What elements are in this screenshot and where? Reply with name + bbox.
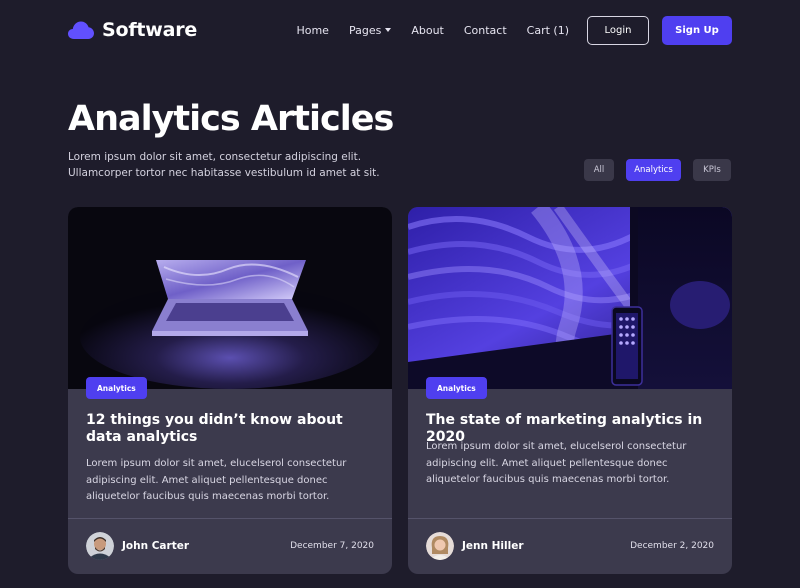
login-button[interactable]: Login — [587, 15, 649, 45]
site-header: Software Home Pages About Contact Cart (… — [68, 14, 732, 46]
avatar — [426, 532, 454, 560]
article-card[interactable]: Analytics 12 things you didn’t know abou… — [68, 207, 392, 574]
category-badge[interactable]: Analytics — [426, 377, 487, 399]
card-divider — [408, 518, 732, 519]
cloud-logo-icon — [68, 21, 94, 39]
nav-contact[interactable]: Contact — [464, 24, 507, 37]
author: Jenn Hiller — [426, 532, 524, 560]
filter-analytics[interactable]: Analytics — [626, 159, 681, 181]
laptop-image — [68, 207, 392, 389]
author-name: Jenn Hiller — [462, 540, 524, 552]
article-card[interactable]: Analytics The state of marketing analyti… — [408, 207, 732, 574]
category-badge[interactable]: Analytics — [86, 377, 147, 399]
nav-cart[interactable]: Cart (1) — [527, 24, 569, 37]
filter-kpis[interactable]: KPIs — [693, 159, 731, 181]
filter-all[interactable]: All — [584, 159, 614, 181]
page-description: Lorem ipsum dolor sit amet, consectetur … — [68, 151, 380, 179]
brand-link[interactable]: Software — [68, 19, 197, 41]
nav-pages-label: Pages — [348, 23, 382, 37]
author-name: John Carter — [122, 540, 190, 552]
nav-home[interactable]: Home — [296, 24, 328, 37]
article-excerpt: Lorem ipsum dolor sit amet, elucelserol … — [86, 458, 347, 502]
page: Software Home Pages About Contact Cart (… — [0, 0, 800, 588]
nav-about[interactable]: About — [411, 24, 444, 37]
avatar — [86, 532, 114, 560]
signup-button[interactable]: Sign Up — [662, 15, 732, 45]
page-title: Analytics Articles — [68, 99, 394, 139]
card-divider — [68, 518, 392, 519]
article-excerpt: Lorem ipsum dolor sit amet, elucelserol … — [426, 441, 687, 485]
article-title[interactable]: 12 things you didn’t know about data ana… — [86, 412, 374, 446]
nav-pages[interactable]: Pages — [348, 23, 392, 37]
brand-name: Software — [102, 19, 198, 41]
post-date: December 7, 2020 — [290, 541, 374, 551]
main-nav: Home Pages About Contact Cart (1) Login … — [296, 15, 732, 45]
post-date: December 2, 2020 — [630, 541, 714, 551]
caret-down-icon — [385, 28, 392, 32]
monitor-phone-image — [408, 207, 732, 389]
category-filters: All Analytics KPIs — [584, 159, 731, 181]
author: John Carter — [86, 532, 189, 560]
